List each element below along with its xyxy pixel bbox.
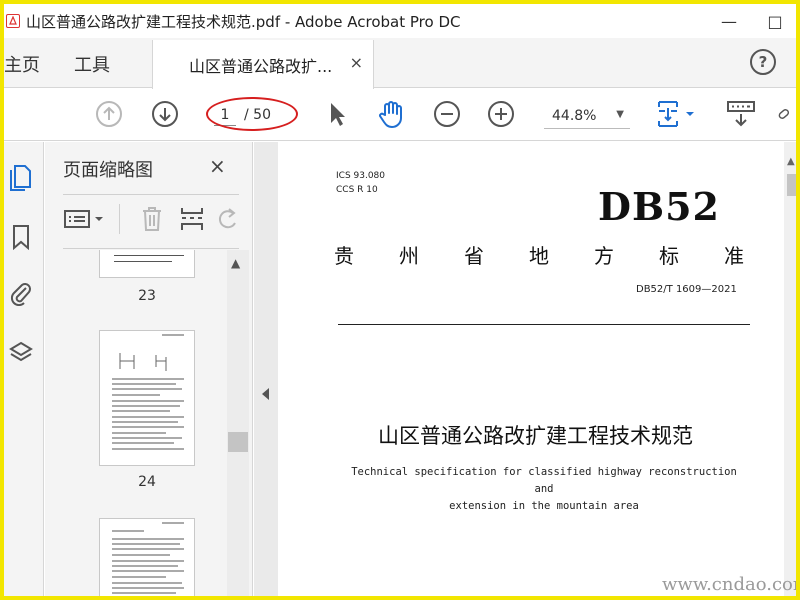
category-char: 方 — [594, 244, 614, 268]
zoom-in-icon — [488, 101, 514, 127]
category-char: 准 — [724, 244, 744, 268]
standard-category: 贵 州 省 地 方 标 准 — [334, 240, 744, 269]
thumbnail-list: 23 24 — [45, 250, 227, 596]
left-rail — [4, 142, 44, 596]
panel-title: 页面缩略图 — [63, 160, 153, 181]
previous-page-button[interactable] — [94, 99, 124, 129]
scrollbar-thumb[interactable] — [228, 432, 248, 452]
standard-code: DB52/T 1609—2021 — [636, 284, 737, 295]
insert-page-icon — [181, 208, 203, 230]
next-page-button[interactable] — [150, 99, 180, 129]
layers-button[interactable] — [8, 340, 34, 366]
insert-page-button[interactable] — [177, 204, 207, 234]
title-en-line: Technical specification for classified h… — [351, 466, 737, 495]
standard-logo: DB52 — [598, 184, 720, 229]
fit-page-button[interactable] — [656, 99, 700, 129]
zoom-out-button[interactable] — [432, 99, 462, 129]
app-window: 山区普通公路改扩建工程技术规范.pdf - Adobe Acrobat Pro … — [0, 0, 800, 600]
link-button[interactable] — [776, 99, 796, 129]
layers-icon — [9, 341, 33, 362]
hand-tool-button[interactable] — [376, 99, 406, 129]
zoom-value: 44.8% — [552, 107, 597, 124]
page-navigator: / 50 — [214, 102, 296, 128]
select-tool-button[interactable] — [322, 99, 352, 129]
read-mode-button[interactable] — [726, 99, 756, 129]
zoom-in-button[interactable] — [486, 99, 516, 129]
window-title: 山区普通公路改扩建工程技术规范.pdf - Adobe Acrobat Pro … — [26, 12, 461, 31]
minimize-button[interactable]: — — [706, 4, 752, 38]
document-scrollbar[interactable]: ▲ — [784, 142, 796, 596]
chevron-left-icon — [262, 388, 269, 400]
tab-home[interactable]: 主页 — [4, 51, 40, 77]
ics-classification: ICS 93.080 CCS R 10 — [336, 169, 385, 197]
header-rule — [338, 324, 750, 325]
toolbar: / 50 44.8% ▼ — [4, 89, 796, 141]
attachments-button[interactable] — [8, 280, 34, 306]
category-char: 标 — [659, 244, 679, 268]
zoom-dropdown[interactable]: 44.8% ▼ — [544, 103, 630, 129]
scroll-up-arrow[interactable]: ▲ — [787, 156, 795, 167]
category-char: 贵 — [334, 244, 354, 268]
ics-code: ICS 93.080 — [336, 171, 386, 181]
page-thumbnails-icon — [10, 165, 31, 191]
panel-divider-bottom — [63, 248, 239, 249]
ccs-code: CCS R 10 — [336, 185, 378, 195]
scrollbar-thumb[interactable] — [787, 174, 796, 196]
panel-divider — [63, 194, 239, 195]
chevron-down-icon: ▼ — [616, 109, 624, 120]
rotate-icon — [218, 208, 236, 229]
arrow-down-circle-icon — [152, 101, 178, 127]
page-thumbnails-button[interactable] — [8, 164, 34, 191]
page-total: / 50 — [244, 107, 271, 123]
maximize-button[interactable]: □ — [752, 4, 796, 38]
close-panel-button[interactable]: × — [209, 154, 226, 178]
page-number-input[interactable] — [214, 104, 236, 126]
tab-bar: 主页 工具 山区普通公路改扩... × ? — [4, 38, 796, 89]
scroll-up-arrow[interactable]: ▲ — [231, 256, 240, 270]
tab-tools[interactable]: 工具 — [74, 51, 110, 77]
title-en-line: extension in the mountain area — [449, 500, 639, 512]
delete-page-button[interactable] — [137, 204, 167, 234]
thumbnail-options-button[interactable] — [63, 204, 109, 234]
thumbnail-page-number: 24 — [138, 474, 156, 490]
zoom-out-icon — [434, 101, 460, 127]
thumbnail-page-content — [112, 334, 184, 450]
paperclip-icon — [10, 283, 31, 306]
category-char: 省 — [464, 244, 484, 268]
tab-document[interactable]: 山区普通公路改扩... × — [152, 40, 374, 89]
keyboard-icon — [727, 101, 755, 127]
category-char: 州 — [399, 244, 419, 268]
thumbnail-page-content — [112, 522, 184, 594]
bookmarks-button[interactable] — [8, 224, 34, 250]
fit-page-icon — [658, 101, 694, 127]
arrow-up-circle-icon — [96, 101, 122, 127]
collapse-panel-handle[interactable] — [254, 142, 278, 596]
thumbnail-scrollbar[interactable]: ▲ — [227, 250, 249, 596]
document-tab-label: 山区普通公路改扩... — [189, 56, 333, 76]
link-icon — [778, 109, 790, 119]
help-button[interactable]: ? — [750, 49, 776, 75]
bookmark-icon — [13, 225, 29, 250]
rotate-page-button[interactable] — [217, 204, 239, 234]
page-thumbnails-panel: 页面缩略图 × 23 24 ▲ — [45, 142, 253, 596]
category-char: 地 — [529, 244, 549, 268]
document-title-en: Technical specification for classified h… — [342, 464, 746, 515]
close-tab-button[interactable]: × — [350, 53, 363, 72]
watermark: www.cndao.com — [662, 574, 800, 595]
title-bar: 山区普通公路改扩建工程技术规范.pdf - Adobe Acrobat Pro … — [4, 4, 796, 38]
hand-icon — [379, 101, 402, 128]
thumbnail-page-number: 23 — [138, 288, 156, 304]
thumbnail-page-24[interactable] — [99, 330, 195, 466]
list-options-icon — [64, 210, 103, 228]
document-title-cn: 山区普通公路改扩建工程技术规范 — [378, 424, 693, 448]
thumbnail-page-25[interactable] — [99, 518, 195, 596]
cursor-arrow-icon — [331, 103, 345, 126]
trash-icon — [143, 207, 161, 231]
toolbar-separator — [119, 204, 120, 234]
thumbnail-page-23[interactable] — [99, 250, 195, 278]
acrobat-app-icon[interactable] — [6, 14, 20, 28]
